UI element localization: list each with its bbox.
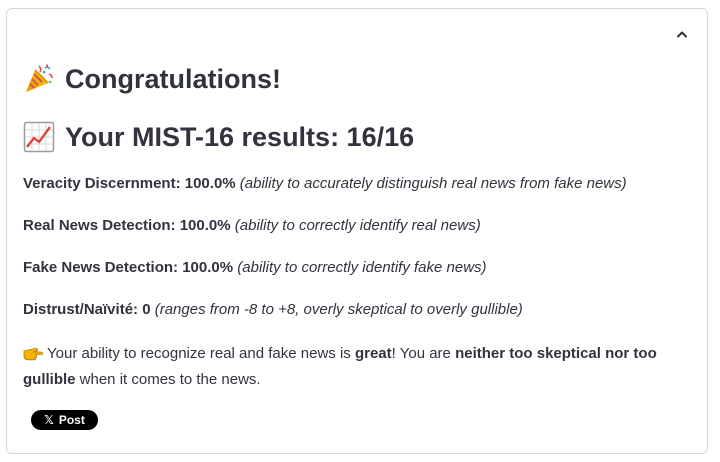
stat-label: Distrust/Naïvité: [23,301,139,318]
stat-label: Veracity Discernment: [23,175,181,192]
results-heading: Your MIST-16 results: 16/16 [23,115,693,159]
pointing-hand-icon [23,344,43,361]
stat-value: 100.0% [182,259,234,276]
stat-description: (ability to correctly identify fake news… [237,259,487,276]
summary-part-1: Your ability to recognize real and fake … [47,345,355,362]
summary-rating: great [354,345,392,362]
results-title: Your MIST-16 results: 16/16 [65,121,415,152]
stat-fake-news-detection: Fake News Detection: 100.0% (ability to … [23,257,693,279]
chevron-up-icon[interactable] [673,25,691,43]
x-post-button[interactable]: 𝕏 Post [31,410,98,430]
stat-label: Real News Detection: [23,217,176,234]
summary-part-2: ! You are [391,345,456,362]
x-post-label: Post [58,413,85,427]
chart-increasing-icon [23,121,55,153]
stat-description: (ability to correctly identify real news… [234,217,481,234]
party-popper-icon [23,63,55,95]
stat-real-news-detection: Real News Detection: 100.0% (ability to … [23,215,693,237]
results-content: Congratulations! Your MIST-16 results: 1… [23,57,693,393]
stat-label: Fake News Detection: [23,259,179,276]
summary-text: Your ability to recognize real and fake … [23,341,693,393]
stat-distrust-naivete: Distrust/Naïvité: 0 (ranges from -8 to +… [23,299,693,321]
stat-value: 100.0% [184,175,236,192]
stat-description: (ability to accurately distinguish real … [239,175,627,192]
results-expander: Congratulations! Your MIST-16 results: 1… [6,8,708,454]
congrats-title: Congratulations! [65,63,281,94]
x-logo-icon: 𝕏 [44,413,54,427]
stat-value: 0 [142,301,151,318]
stat-description: (ranges from -8 to +8, overly skeptical … [154,301,523,318]
summary-part-3: when it comes to the news. [75,371,261,388]
stat-veracity-discernment: Veracity Discernment: 100.0% (ability to… [23,173,693,195]
congrats-heading: Congratulations! [23,57,693,101]
stat-value: 100.0% [179,217,231,234]
